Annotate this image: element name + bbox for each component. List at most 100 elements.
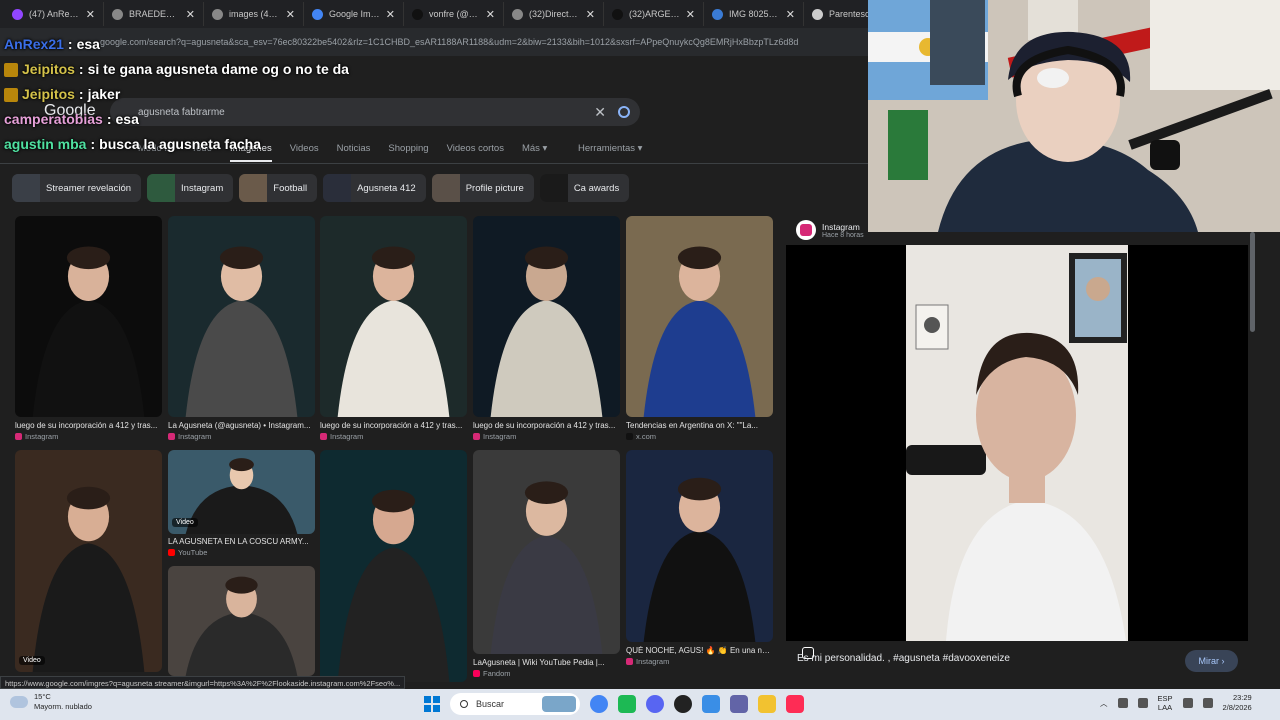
files-icon[interactable]: [702, 695, 720, 713]
result-caption[interactable]: luego de su incorporación a 412 y tras..…: [15, 421, 162, 430]
browser-tab[interactable]: IMG 8025 hoc ✕: [704, 2, 804, 26]
browser-tab[interactable]: BRAEDEN - B ✕: [104, 2, 204, 26]
clock-time: 23:29: [1232, 693, 1252, 702]
result-source[interactable]: x.com: [626, 432, 656, 441]
preview-source: Instagram: [822, 221, 860, 232]
close-icon[interactable]: ✕: [286, 8, 295, 21]
close-icon[interactable]: ✕: [386, 8, 395, 21]
weather-widget[interactable]: 15°C Mayorm. nublado: [10, 692, 92, 712]
windows-start-icon[interactable]: [424, 696, 440, 712]
result-caption[interactable]: QUÉ NOCHE, AGUS! 🔥 👏 En una nueva...: [626, 646, 773, 655]
chip-thumbnail: [239, 174, 268, 202]
result-source[interactable]: YouTube: [168, 548, 207, 557]
browser-tab[interactable]: (32)ARGENTIN ✕: [604, 2, 704, 26]
folder-icon[interactable]: [758, 695, 776, 713]
result-source[interactable]: Instagram: [15, 432, 58, 441]
result-caption[interactable]: luego de su incorporación a 412 y tras..…: [473, 421, 620, 430]
video-badge: Video: [19, 656, 45, 665]
source-favicon-icon: [626, 433, 633, 440]
source-favicon-icon: [473, 433, 480, 440]
browser-tab[interactable]: vonfre (@von ✕: [404, 2, 504, 26]
close-icon[interactable]: ✕: [786, 8, 795, 21]
search-tab[interactable]: Shopping: [388, 143, 428, 162]
search-tab[interactable]: Más ▾: [522, 143, 547, 162]
result-caption[interactable]: luego de su incorporación a 412 y tras..…: [320, 421, 467, 430]
result-caption[interactable]: LaAgusneta | Wiki YouTube Pedia |...: [473, 658, 620, 667]
watch-button[interactable]: Mirar ›: [1185, 650, 1238, 672]
related-search-chip[interactable]: Ca awards: [539, 174, 630, 202]
result-source[interactable]: Fandom: [473, 669, 511, 678]
wifi-icon[interactable]: [1182, 698, 1193, 708]
chat-text: esa: [115, 111, 139, 127]
chat-username: agustin mba: [4, 136, 87, 152]
result-image[interactable]: [473, 450, 620, 654]
result-source[interactable]: Instagram: [626, 657, 669, 666]
tab-title: images (415×: [229, 9, 280, 19]
result-image[interactable]: [320, 216, 467, 417]
result-image[interactable]: [626, 216, 773, 417]
result-image[interactable]: [15, 450, 162, 672]
preview-time: Hace 8 horas: [822, 231, 864, 239]
related-search-chip[interactable]: Profile picture: [431, 174, 534, 202]
tools-menu[interactable]: Herramientas ▾: [578, 143, 642, 154]
browser-tab[interactable]: (32)Directos d ✕: [504, 2, 604, 26]
related-search-chip[interactable]: Streamer revelación: [12, 174, 142, 202]
result-caption[interactable]: LA AGUSNETA EN LA COSCU ARMY...: [168, 537, 315, 546]
result-image[interactable]: [473, 216, 620, 417]
source-name: YouTube: [178, 548, 208, 557]
search-icon[interactable]: [618, 106, 630, 118]
teams-icon[interactable]: [730, 695, 748, 713]
close-icon[interactable]: ✕: [86, 8, 95, 21]
divider: [0, 163, 868, 164]
close-icon[interactable]: ✕: [186, 8, 195, 21]
result-photo-drawing: [337, 246, 450, 417]
chrome-icon[interactable]: [590, 695, 608, 713]
preview-image[interactable]: [786, 245, 1248, 659]
result-source[interactable]: Instagram: [473, 432, 516, 441]
network-icon[interactable]: [1117, 698, 1128, 708]
preview-header[interactable]: Instagram Hace 8 horas: [796, 220, 864, 240]
close-icon[interactable]: ✕: [486, 8, 495, 21]
related-search-chip[interactable]: Instagram: [147, 174, 234, 202]
chat-text: si te gana agusneta dame og o no te da: [87, 61, 349, 77]
webcam-drawing: [868, 0, 1280, 232]
result-image[interactable]: [168, 216, 315, 417]
preview-scrollbar[interactable]: [1250, 232, 1255, 332]
result-source[interactable]: Instagram: [320, 432, 363, 441]
taskbar-search[interactable]: Buscar: [450, 693, 580, 715]
result-image[interactable]: [168, 566, 315, 676]
language-indicator[interactable]: ESP LAA: [1158, 694, 1173, 712]
spotify-icon[interactable]: [618, 695, 636, 713]
result-source[interactable]: Instagram: [168, 432, 211, 441]
result-image[interactable]: [320, 450, 467, 682]
source-name: Instagram: [636, 657, 670, 666]
clear-icon[interactable]: ✕: [594, 104, 606, 121]
chat-separator: :: [90, 136, 96, 152]
preview-photo-drawing: [786, 245, 1248, 641]
result-caption[interactable]: Tendencias en Argentina on X: ""La...: [626, 421, 773, 430]
close-icon[interactable]: ✕: [586, 8, 595, 21]
discord-icon[interactable]: [646, 695, 664, 713]
clock[interactable]: 23:29 2/8/2026: [1223, 693, 1252, 713]
chevron-up-icon[interactable]: ︿: [1100, 698, 1108, 709]
close-icon[interactable]: ✕: [686, 8, 695, 21]
result-caption[interactable]: La Agusneta (@agusneta) • Instagram...: [168, 421, 315, 430]
result-image[interactable]: [15, 216, 162, 417]
browser-tab[interactable]: images (415× ✕: [204, 2, 304, 26]
result-image[interactable]: [626, 450, 773, 642]
microphone-icon[interactable]: [1137, 698, 1148, 708]
volume-icon[interactable]: [1202, 698, 1213, 708]
tab-favicon-icon: [12, 8, 23, 20]
related-search-chip[interactable]: Football: [239, 174, 318, 202]
related-search-chip[interactable]: Agusneta 412: [323, 174, 426, 202]
browser-tab[interactable]: (47) AnRex21_ - Twitch ✕: [4, 2, 104, 26]
tab-favicon-icon: [612, 8, 623, 20]
browser-tab[interactable]: Google Image ✕: [304, 2, 404, 26]
source-name: Fandom: [483, 669, 511, 678]
chip-thumbnail: [431, 174, 460, 202]
tiktok-icon[interactable]: [786, 695, 804, 713]
search-tab[interactable]: Videos cortos: [447, 143, 504, 162]
image-preview-panel: Instagram Hace 8 horas Es mi personalida…: [786, 212, 1256, 687]
obs-icon[interactable]: [674, 695, 692, 713]
video-badge: Video: [172, 518, 198, 527]
